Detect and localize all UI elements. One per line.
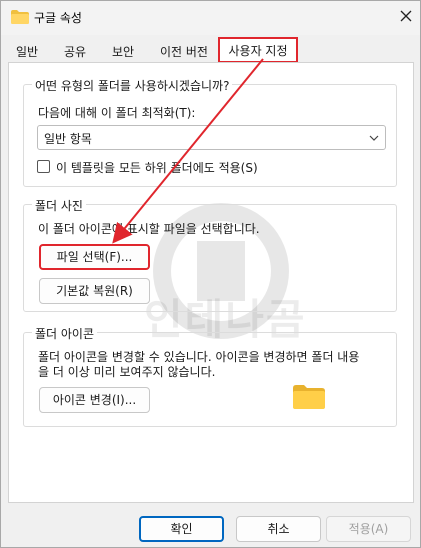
tab-previous-versions[interactable]: 이전 버전	[153, 41, 215, 63]
ok-button[interactable]: 확인	[139, 516, 224, 542]
tab-customize[interactable]: 사용자 지정	[218, 37, 298, 63]
apply-subfolders-checkbox[interactable]	[37, 160, 50, 173]
folder-icons-group-label: 폴더 아이콘	[32, 325, 98, 342]
chevron-down-icon	[369, 135, 379, 141]
folder-icons-description-line2: 을 더 이상 미리 보여주지 않습니다.	[38, 365, 216, 379]
close-icon[interactable]	[395, 5, 417, 27]
tab-general[interactable]: 일반	[9, 41, 45, 63]
optimize-label: 다음에 대해 이 폴더 최적화(T):	[38, 106, 196, 120]
folder-pictures-group-label: 폴더 사진	[32, 197, 86, 214]
title-bar: 구글 속성	[1, 1, 420, 35]
folder-icon	[11, 10, 29, 24]
folder-pictures-description: 이 폴더 아이콘에 표시할 파일을 선택합니다.	[38, 222, 260, 236]
properties-dialog: 구글 속성 일반 공유 보안 이전 버전 사용자 지정 인테나곰 어떤 유형의 …	[0, 0, 421, 548]
tab-sharing[interactable]: 공유	[57, 41, 93, 63]
apply-subfolders-label[interactable]: 이 템플릿을 모든 하위 폴더에도 적용(S)	[56, 159, 258, 176]
restore-default-button[interactable]: 기본값 복원(R)	[39, 278, 150, 304]
tab-strip: 일반 공유 보안 이전 버전 사용자 지정	[1, 37, 420, 63]
cancel-button[interactable]: 취소	[236, 516, 321, 542]
optimize-select-value: 일반 항목	[44, 132, 92, 146]
change-icon-button[interactable]: 아이콘 변경(I)...	[39, 387, 150, 413]
folder-type-group-label: 어떤 유형의 폴더를 사용하시겠습니까?	[32, 77, 233, 94]
folder-preview-icon	[293, 385, 325, 409]
optimize-select[interactable]: 일반 항목	[37, 125, 386, 150]
window-title: 구글 속성	[34, 11, 82, 25]
tab-security[interactable]: 보안	[105, 41, 141, 63]
choose-file-button[interactable]: 파일 선택(F)...	[39, 244, 150, 270]
apply-button[interactable]: 적용(A)	[326, 516, 411, 542]
